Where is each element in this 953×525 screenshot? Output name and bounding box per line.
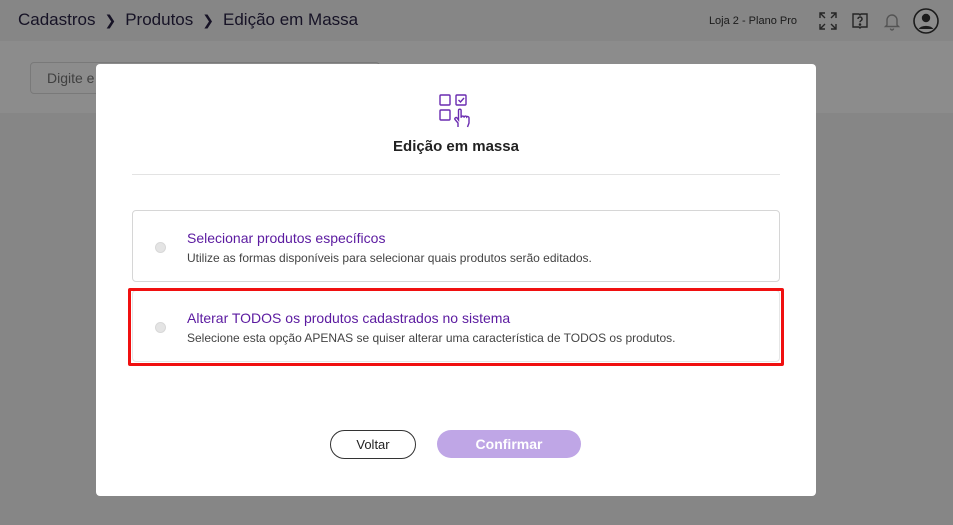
option-description: Utilize as formas disponíveis para selec… [187, 251, 592, 265]
checklist-pointer-icon [439, 94, 471, 128]
bulk-edit-modal: Edição em massa Selecionar produtos espe… [96, 64, 816, 496]
option-select-specific-products[interactable]: Selecionar produtos específicos Utilize … [132, 210, 780, 282]
option-change-all-products[interactable]: Alterar TODOS os produtos cadastrados no… [132, 290, 780, 362]
back-button[interactable]: Voltar [330, 430, 416, 459]
radio-button[interactable] [155, 322, 166, 333]
confirm-button[interactable]: Confirmar [437, 430, 581, 458]
divider [132, 174, 780, 175]
radio-button[interactable] [155, 242, 166, 253]
option-description: Selecione esta opção APENAS se quiser al… [187, 331, 676, 345]
modal-title: Edição em massa [393, 138, 519, 155]
option-title: Alterar TODOS os produtos cadastrados no… [187, 310, 511, 326]
option-title: Selecionar produtos específicos [187, 230, 386, 246]
